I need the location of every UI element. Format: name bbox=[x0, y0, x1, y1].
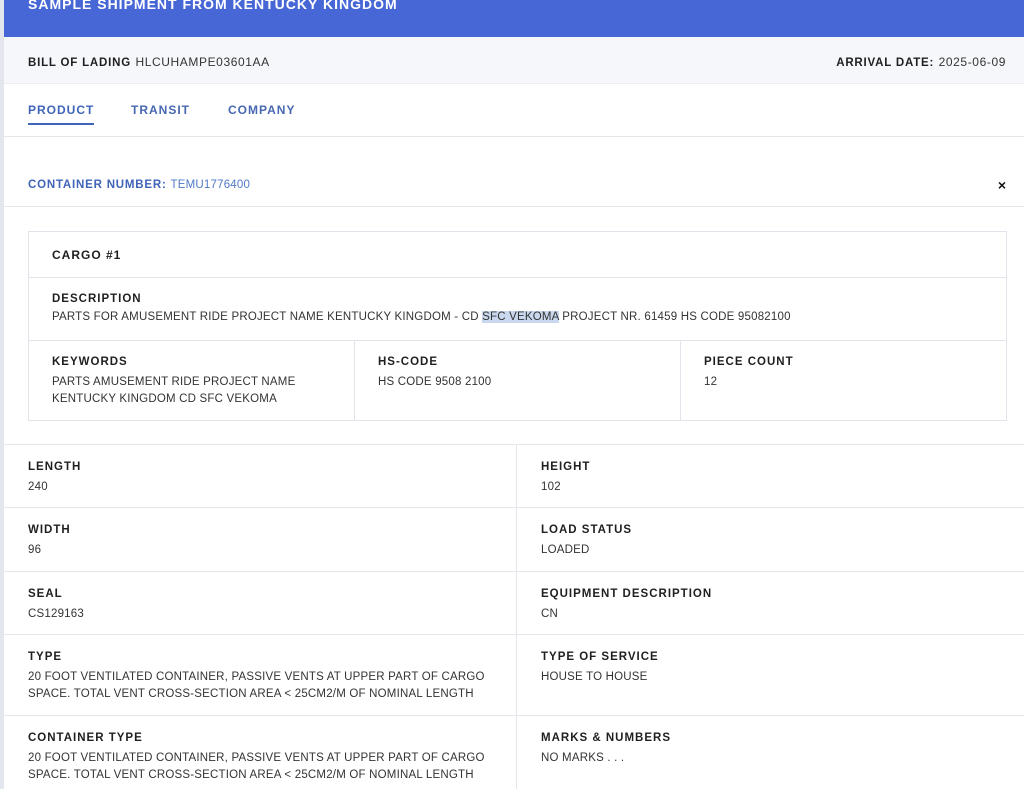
cargo-title: CARGO #1 bbox=[52, 248, 122, 262]
description-selected-text: SFC VEKOMA bbox=[482, 311, 559, 323]
piece-count-value: 12 bbox=[704, 376, 718, 388]
tab-bar: PRODUCT TRANSIT COMPANY bbox=[4, 84, 1024, 137]
bill-of-lading-label: BILL OF LADING bbox=[28, 57, 131, 69]
marks-numbers-cell: MARKS & NUMBERS NO MARKS . . . bbox=[517, 716, 1024, 789]
load-status-value: LOADED bbox=[541, 544, 590, 556]
seal-label: SEAL bbox=[28, 588, 63, 600]
tab-product-label: PRODUCT bbox=[28, 103, 95, 117]
tab-company[interactable]: COMPANY bbox=[228, 103, 295, 117]
equipment-description-value: CN bbox=[541, 608, 559, 620]
container-number-value: TEMU1776400 bbox=[170, 179, 251, 191]
properties-row: TYPE 20 FOOT VENTILATED CONTAINER, PASSI… bbox=[4, 635, 1024, 716]
type-value: 20 FOOT VENTILATED CONTAINER, PASSIVE VE… bbox=[28, 669, 485, 703]
cargo-details: KEYWORDS PARTS AMUSEMENT RIDE PROJECT NA… bbox=[29, 341, 1006, 420]
container-type-label: CONTAINER TYPE bbox=[28, 732, 143, 744]
bill-of-lading-row: BILL OF LADING HLCUHAMPE03601AA ARRIVAL … bbox=[4, 37, 1024, 84]
tab-transit-label: TRANSIT bbox=[131, 103, 190, 117]
arrival-date-value: 2025-06-09 bbox=[938, 55, 1006, 69]
keywords-line-1: PARTS AMUSEMENT RIDE PROJECT NAME bbox=[52, 376, 296, 388]
tab-transit[interactable]: TRANSIT bbox=[131, 103, 190, 117]
marks-numbers-label: MARKS & NUMBERS bbox=[541, 732, 671, 744]
description-value: PARTS FOR AMUSEMENT RIDE PROJECT NAME KE… bbox=[52, 311, 791, 323]
container-number-row: CONTAINER NUMBER: TEMU1776400 × bbox=[4, 137, 1024, 207]
load-status-label: LOAD STATUS bbox=[541, 524, 633, 536]
bill-of-lading: BILL OF LADING HLCUHAMPE03601AA bbox=[28, 53, 270, 71]
keywords-cell: KEYWORDS PARTS AMUSEMENT RIDE PROJECT NA… bbox=[29, 341, 355, 420]
container-type-line-2: SPACE. TOTAL VENT CROSS-SECTION AREA < 2… bbox=[28, 769, 474, 781]
width-label: WIDTH bbox=[28, 524, 71, 536]
container-type-cell: CONTAINER TYPE 20 FOOT VENTILATED CONTAI… bbox=[4, 716, 517, 789]
container-number-label: CONTAINER NUMBER: bbox=[28, 179, 167, 191]
title-bar: SAMPLE SHIPMENT FROM KENTUCKY KINGDOM bbox=[4, 0, 1024, 37]
piece-count-label: PIECE COUNT bbox=[704, 356, 794, 368]
properties-row: LENGTH 240 HEIGHT 102 bbox=[4, 445, 1024, 508]
description-text-end: PROJECT NR. 61459 HS CODE 95082100 bbox=[558, 311, 791, 323]
description-label: DESCRIPTION bbox=[52, 293, 142, 305]
cargo-header: CARGO #1 bbox=[29, 232, 1006, 278]
properties-row: WIDTH 96 LOAD STATUS LOADED bbox=[4, 508, 1024, 572]
type-of-service-label: TYPE OF SERVICE bbox=[541, 651, 659, 663]
container-type-line-1: 20 FOOT VENTILATED CONTAINER, PASSIVE VE… bbox=[28, 752, 485, 764]
type-line-1: 20 FOOT VENTILATED CONTAINER, PASSIVE VE… bbox=[28, 671, 485, 683]
type-label: TYPE bbox=[28, 651, 63, 663]
seal-cell: SEAL CS129163 bbox=[4, 572, 517, 634]
description-text-start: PARTS FOR AMUSEMENT RIDE PROJECT NAME KE… bbox=[52, 311, 483, 323]
container-number: CONTAINER NUMBER: TEMU1776400 bbox=[28, 177, 250, 191]
keywords-label: KEYWORDS bbox=[52, 356, 128, 368]
length-value: 240 bbox=[28, 481, 48, 493]
type-of-service-value: HOUSE TO HOUSE bbox=[541, 671, 648, 683]
cargo-card: CARGO #1 DESCRIPTION PARTS FOR AMUSEMENT… bbox=[28, 231, 1007, 421]
cargo-description: DESCRIPTION PARTS FOR AMUSEMENT RIDE PRO… bbox=[29, 278, 1006, 341]
active-tab-indicator bbox=[28, 123, 95, 125]
arrival-date-label: ARRIVAL DATE: bbox=[836, 57, 935, 69]
width-value: 96 bbox=[28, 544, 42, 556]
type-cell: TYPE 20 FOOT VENTILATED CONTAINER, PASSI… bbox=[4, 635, 517, 715]
equipment-description-cell: EQUIPMENT DESCRIPTION CN bbox=[517, 572, 1024, 634]
height-value: 102 bbox=[541, 481, 561, 493]
load-status-cell: LOAD STATUS LOADED bbox=[517, 508, 1024, 571]
type-of-service-cell: TYPE OF SERVICE HOUSE TO HOUSE bbox=[517, 635, 1024, 715]
tab-product[interactable]: PRODUCT bbox=[28, 103, 95, 125]
seal-value: CS129163 bbox=[28, 608, 84, 620]
equipment-description-label: EQUIPMENT DESCRIPTION bbox=[541, 588, 713, 600]
page-title: SAMPLE SHIPMENT FROM KENTUCKY KINGDOM bbox=[28, 0, 398, 12]
close-icon[interactable]: × bbox=[998, 177, 1006, 193]
tab-company-label: COMPANY bbox=[228, 103, 296, 117]
type-line-2: SPACE. TOTAL VENT CROSS-SECTION AREA < 2… bbox=[28, 688, 474, 700]
width-cell: WIDTH 96 bbox=[4, 508, 517, 571]
container-type-value: 20 FOOT VENTILATED CONTAINER, PASSIVE VE… bbox=[28, 750, 485, 784]
length-label: LENGTH bbox=[28, 461, 82, 473]
arrival-date: ARRIVAL DATE: 2025-06-09 bbox=[836, 53, 1006, 71]
hs-code-value: HS CODE 9508 2100 bbox=[378, 376, 492, 388]
piece-count-cell: PIECE COUNT 12 bbox=[681, 341, 1007, 420]
keywords-value: PARTS AMUSEMENT RIDE PROJECT NAME KENTUCK… bbox=[52, 374, 295, 408]
properties-row: CONTAINER TYPE 20 FOOT VENTILATED CONTAI… bbox=[4, 716, 1024, 789]
bill-of-lading-value: HLCUHAMPE03601AA bbox=[135, 55, 270, 69]
hs-code-label: HS-CODE bbox=[378, 356, 439, 368]
height-cell: HEIGHT 102 bbox=[517, 445, 1024, 507]
hs-code-cell: HS-CODE HS CODE 9508 2100 bbox=[355, 341, 681, 420]
properties-row: SEAL CS129163 EQUIPMENT DESCRIPTION CN bbox=[4, 572, 1024, 635]
length-cell: LENGTH 240 bbox=[4, 445, 517, 507]
marks-numbers-value: NO MARKS . . . bbox=[541, 752, 625, 764]
keywords-line-2: KENTUCKY KINGDOM CD SFC VEKOMA bbox=[52, 393, 277, 405]
height-label: HEIGHT bbox=[541, 461, 591, 473]
